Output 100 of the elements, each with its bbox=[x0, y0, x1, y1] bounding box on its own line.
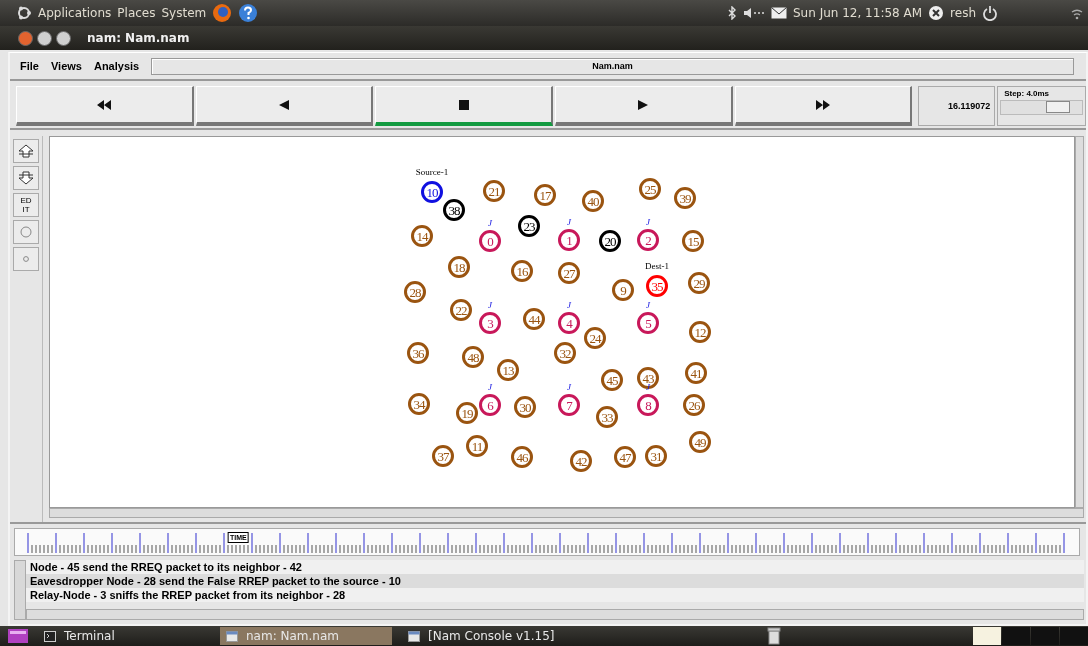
workspace-switcher[interactable] bbox=[973, 627, 1088, 645]
tool-button[interactable]: ED IT bbox=[13, 193, 39, 217]
trash-icon[interactable] bbox=[766, 627, 781, 645]
taskbar-item[interactable]: nam: Nam.nam bbox=[220, 627, 392, 645]
taskbar-item[interactable]: [Nam Console v1.15] bbox=[402, 627, 574, 645]
network-node[interactable]: 22 bbox=[450, 299, 472, 321]
network-node[interactable]: 17 bbox=[534, 184, 556, 206]
speaker-icon[interactable] bbox=[743, 7, 765, 19]
network-node[interactable]: 29 bbox=[688, 272, 710, 294]
network-node[interactable]: 32 bbox=[554, 342, 576, 364]
panel-clock[interactable]: Sun Jun 12, 11:58 AM bbox=[793, 6, 923, 20]
network-node[interactable]: 45 bbox=[601, 369, 623, 391]
network-node[interactable]: 19 bbox=[456, 402, 478, 424]
network-node[interactable]: 28 bbox=[404, 281, 426, 303]
slider-thumb[interactable] bbox=[1046, 101, 1071, 113]
rewind-icon bbox=[97, 99, 112, 110]
power-icon[interactable] bbox=[982, 5, 998, 21]
minimize-button[interactable] bbox=[37, 30, 52, 46]
tool-button[interactable] bbox=[13, 166, 39, 190]
network-node[interactable]: 39 bbox=[674, 187, 696, 209]
network-node[interactable]: 26 bbox=[683, 394, 705, 416]
ubuntu-logo-icon[interactable] bbox=[16, 5, 32, 21]
log-entry[interactable]: Relay-Node - 3 sniffs the RREP packet from its neighbor - 28 bbox=[26, 588, 1084, 602]
playback-button[interactable] bbox=[734, 86, 913, 126]
playback-button[interactable] bbox=[16, 86, 194, 126]
network-node[interactable]: 31 bbox=[645, 445, 667, 467]
log-scrollbar[interactable] bbox=[14, 560, 26, 620]
network-node[interactable]: 36 bbox=[407, 342, 429, 364]
maximize-button[interactable] bbox=[56, 30, 71, 46]
network-node[interactable]: 30 bbox=[514, 396, 536, 418]
network-node[interactable]: 1 bbox=[558, 229, 580, 251]
playback-button[interactable] bbox=[195, 86, 374, 126]
playback-button[interactable] bbox=[375, 86, 553, 126]
play-icon bbox=[638, 99, 649, 110]
panel-user[interactable]: resh bbox=[950, 6, 976, 20]
network-node[interactable]: 40 bbox=[582, 190, 604, 212]
menu-item[interactable]: File bbox=[20, 60, 39, 72]
menu-item[interactable]: Analysis bbox=[93, 60, 140, 72]
network-node[interactable]: 21 bbox=[483, 180, 505, 202]
network-node[interactable]: 5 bbox=[637, 312, 659, 334]
zoom-out-icon bbox=[17, 171, 35, 185]
network-node[interactable]: 37 bbox=[432, 445, 454, 467]
panel-menu[interactable]: Applications bbox=[38, 6, 112, 20]
log-horizontal-scrollbar[interactable] bbox=[26, 609, 1084, 620]
panel-menu[interactable]: System bbox=[161, 6, 207, 20]
network-node[interactable]: 10 bbox=[421, 181, 443, 203]
network-node[interactable]: 12 bbox=[689, 321, 711, 343]
zoom-in-icon bbox=[17, 144, 35, 158]
log-entry[interactable]: Eavesdropper Node - 28 send the False RREP packet to the source - 10 bbox=[26, 574, 1084, 588]
panel-menu[interactable]: Places bbox=[117, 6, 156, 20]
network-node[interactable]: 9 bbox=[612, 279, 634, 301]
step-label: Step: 4.0ms bbox=[1003, 89, 1051, 98]
network-node[interactable]: 16 bbox=[511, 260, 533, 282]
network-node[interactable]: 38 bbox=[443, 199, 465, 221]
network-node[interactable]: 0 bbox=[479, 230, 501, 252]
bluetooth-icon[interactable] bbox=[727, 6, 737, 20]
network-node[interactable]: 20 bbox=[599, 230, 621, 252]
mail-icon[interactable] bbox=[771, 7, 787, 19]
network-node[interactable]: 49 bbox=[689, 431, 711, 453]
window-icon bbox=[226, 630, 238, 642]
network-node[interactable]: 48 bbox=[462, 346, 484, 368]
network-node[interactable]: 46 bbox=[511, 446, 533, 468]
network-node[interactable]: 14 bbox=[411, 225, 433, 247]
log-entry[interactable]: Node - 45 send the RREQ packet to its neighbor - 42 bbox=[26, 560, 1084, 574]
network-node[interactable]: 6 bbox=[479, 394, 501, 416]
taskbar-item[interactable]: Terminal bbox=[38, 627, 210, 645]
help-icon[interactable] bbox=[238, 3, 259, 23]
time-display: 16.119072 bbox=[918, 86, 996, 126]
close-button[interactable] bbox=[18, 30, 33, 46]
network-node[interactable]: 27 bbox=[558, 262, 580, 284]
horizontal-scrollbar[interactable] bbox=[49, 508, 1084, 518]
network-node[interactable]: 35 bbox=[646, 275, 668, 297]
vertical-scrollbar[interactable] bbox=[1075, 136, 1084, 508]
network-node[interactable]: 25 bbox=[639, 178, 661, 200]
network-node[interactable]: 18 bbox=[448, 256, 470, 278]
network-node[interactable]: 11 bbox=[466, 435, 488, 457]
network-node[interactable]: 23 bbox=[518, 215, 540, 237]
network-node[interactable]: 41 bbox=[685, 362, 707, 384]
network-node[interactable]: 15 bbox=[682, 230, 704, 252]
network-node[interactable]: 8 bbox=[637, 394, 659, 416]
network-node[interactable]: 44 bbox=[523, 308, 545, 330]
network-node[interactable]: 4 bbox=[558, 312, 580, 334]
network-node[interactable]: 34 bbox=[408, 393, 430, 415]
network-node[interactable]: 2 bbox=[637, 229, 659, 251]
network-node[interactable]: 33 bbox=[596, 406, 618, 428]
network-node[interactable]: 24 bbox=[584, 327, 606, 349]
playback-button[interactable] bbox=[554, 86, 733, 126]
globe-icon[interactable] bbox=[212, 3, 233, 23]
desktop-icon[interactable] bbox=[8, 629, 28, 643]
network-node[interactable]: 13 bbox=[497, 359, 519, 381]
node-label: Source-1 bbox=[415, 168, 449, 177]
network-node[interactable]: 3 bbox=[479, 312, 501, 334]
network-node[interactable]: 47 bbox=[614, 446, 636, 468]
menu-item[interactable]: Views bbox=[50, 60, 82, 72]
network-node[interactable]: 42 bbox=[570, 450, 592, 472]
back-icon bbox=[278, 99, 289, 110]
status-icon[interactable] bbox=[928, 5, 945, 21]
tool-button[interactable] bbox=[13, 139, 39, 163]
step-slider[interactable] bbox=[1000, 100, 1084, 115]
network-node[interactable]: 7 bbox=[558, 394, 580, 416]
